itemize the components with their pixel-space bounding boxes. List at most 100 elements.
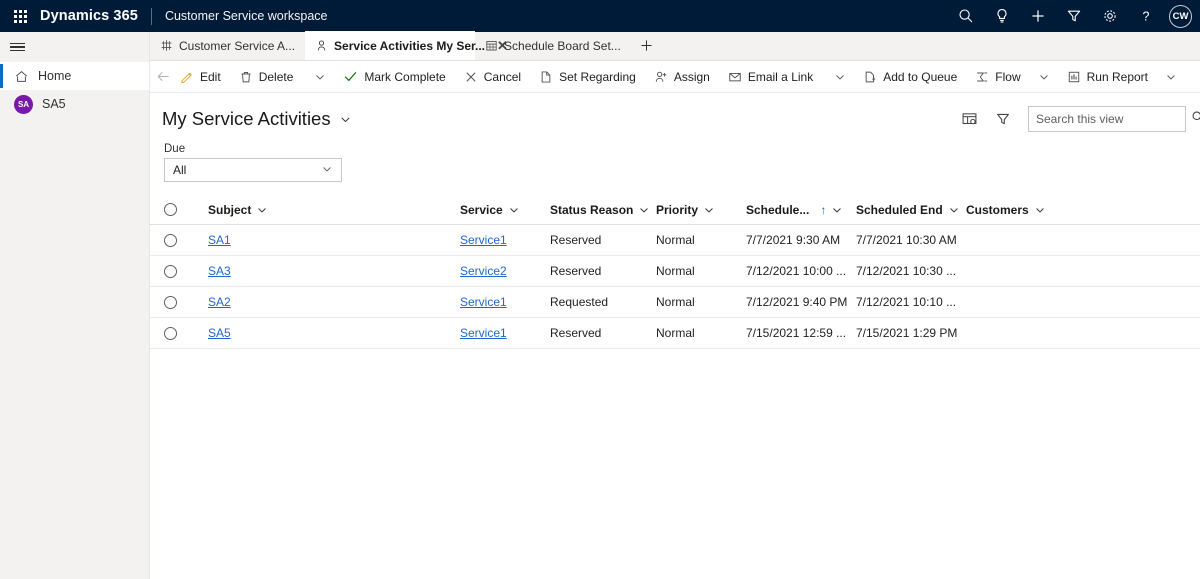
calendar-icon: [485, 39, 498, 52]
chevron-down-icon: [1039, 74, 1048, 80]
chevron-down-icon: [836, 74, 844, 80]
table-row[interactable]: SA2 Service1 Requested Normal 7/12/2021 …: [150, 287, 1200, 318]
due-filter-select[interactable]: All: [164, 158, 342, 182]
table-row[interactable]: SA5 Service1 Reserved Normal 7/15/2021 1…: [150, 318, 1200, 349]
document-icon: [539, 70, 553, 84]
app-header-actions: ? CW: [948, 0, 1200, 32]
column-header-status-reason[interactable]: Status Reason: [550, 203, 656, 217]
cell-scheduled-end: 7/15/2021 1:29 PM: [856, 326, 958, 340]
service-link[interactable]: Service2: [460, 264, 507, 278]
cell-service: Service2: [460, 264, 550, 278]
chevron-down-icon[interactable]: [339, 113, 352, 126]
sidebar-item-sa5[interactable]: SA SA5: [0, 90, 149, 118]
command-label: Set Regarding: [559, 69, 636, 84]
service-link[interactable]: Service1: [460, 233, 507, 247]
chevron-down-icon[interactable]: [1034, 204, 1046, 216]
pencil-icon: [180, 70, 194, 84]
help-icon[interactable]: ?: [1128, 0, 1164, 32]
flow-more-button[interactable]: [1030, 61, 1058, 93]
page-title: My Service Activities: [162, 108, 331, 129]
table-row[interactable]: SA1 Service1 Reserved Normal 7/7/2021 9:…: [150, 225, 1200, 256]
back-button[interactable]: [156, 61, 171, 93]
search-icon[interactable]: [1191, 110, 1200, 129]
sidebar-item-home[interactable]: Home: [0, 62, 149, 90]
subject-link[interactable]: SA3: [208, 264, 231, 278]
chevron-down-icon[interactable]: [256, 204, 268, 216]
row-select-radio[interactable]: [163, 233, 177, 247]
delete-button[interactable]: Delete: [230, 61, 303, 93]
command-label: Delete: [258, 69, 294, 84]
cell-service: Service1: [460, 295, 550, 309]
search-view-box[interactable]: [1028, 106, 1200, 132]
cancel-button[interactable]: Cancel: [455, 61, 530, 93]
column-header-service[interactable]: Service: [460, 203, 550, 217]
record-avatar: SA: [14, 94, 33, 114]
cell-subject: SA2: [190, 295, 460, 309]
chevron-down-icon[interactable]: [703, 204, 715, 216]
cell-scheduled-start: 7/15/2021 12:59 ...: [746, 326, 847, 340]
subject-link[interactable]: SA1: [208, 233, 231, 247]
sort-ascending-icon[interactable]: ↑: [820, 203, 826, 217]
chevron-down-icon[interactable]: [831, 204, 843, 216]
tab-customer-service-a[interactable]: Customer Service A...: [150, 31, 305, 60]
select-all-radio[interactable]: [163, 203, 177, 216]
data-grid: Subject Service Status Reason Priority S…: [150, 195, 1200, 349]
new-tab-button[interactable]: [631, 31, 663, 60]
column-label: Schedule...: [746, 202, 810, 217]
plus-icon[interactable]: [1020, 0, 1056, 32]
tab-label: Schedule Board Set...: [504, 38, 621, 53]
tab-service-activities[interactable]: Service Activities My Ser... ✕: [305, 31, 508, 60]
x-icon: [464, 70, 478, 84]
cell-priority: Normal: [656, 233, 695, 247]
lightbulb-icon[interactable]: [984, 0, 1020, 32]
app-launcher-button[interactable]: [0, 0, 40, 32]
column-header-customers[interactable]: Customers: [966, 203, 1086, 217]
search-input[interactable]: [1036, 112, 1191, 126]
brand-title[interactable]: Dynamics 365: [40, 8, 151, 24]
tab-schedule-board[interactable]: Schedule Board Set...: [475, 31, 631, 60]
table-row[interactable]: SA3 Service2 Reserved Normal 7/12/2021 1…: [150, 256, 1200, 287]
chevron-down-icon[interactable]: [638, 204, 650, 216]
column-header-priority[interactable]: Priority: [656, 203, 746, 217]
column-label: Status Reason: [550, 202, 634, 217]
filter-icon[interactable]: [988, 104, 1018, 134]
row-select-cell: [150, 326, 190, 340]
delete-more-button[interactable]: [306, 61, 334, 93]
avatar[interactable]: CW: [1169, 4, 1192, 28]
assign-button[interactable]: Assign: [645, 61, 719, 93]
main-content: My Service Activities Due All: [150, 93, 1200, 579]
edit-button[interactable]: Edit: [171, 61, 230, 93]
subject-link[interactable]: SA2: [208, 295, 231, 309]
person-add-icon: [654, 70, 668, 84]
column-header-scheduled-end[interactable]: Scheduled End: [856, 203, 966, 217]
chevron-down-icon[interactable]: [948, 204, 960, 216]
filter-icon[interactable]: [1056, 0, 1092, 32]
report-icon: [1067, 70, 1081, 84]
tab-label: Service Activities My Ser...: [334, 38, 486, 53]
cell-subject: SA5: [190, 326, 460, 340]
subject-link[interactable]: SA5: [208, 326, 231, 340]
sidebar-toggle-button[interactable]: [0, 32, 149, 62]
flow-button[interactable]: Flow: [966, 61, 1029, 93]
row-select-radio[interactable]: [163, 295, 177, 309]
add-to-queue-button[interactable]: Add to Queue: [854, 61, 966, 93]
run-report-more-button[interactable]: [1157, 61, 1185, 93]
svg-text:?: ?: [1143, 9, 1150, 23]
run-report-button[interactable]: Run Report: [1058, 61, 1157, 93]
service-link[interactable]: Service1: [460, 295, 507, 309]
edit-columns-icon[interactable]: [954, 104, 984, 134]
chevron-down-icon[interactable]: [508, 204, 520, 216]
search-icon[interactable]: [948, 0, 984, 32]
row-select-radio[interactable]: [163, 264, 177, 278]
row-select-radio[interactable]: [163, 326, 177, 340]
mark-complete-button[interactable]: Mark Complete: [334, 61, 454, 93]
command-overflow-button[interactable]: ⋮: [1185, 61, 1200, 93]
email-a-link-button[interactable]: Email a Link: [719, 61, 822, 93]
column-header-scheduled-start[interactable]: Schedule... ↑: [746, 203, 856, 217]
column-header-subject[interactable]: Subject: [190, 203, 460, 217]
service-link[interactable]: Service1: [460, 326, 507, 340]
email-more-button[interactable]: [826, 61, 854, 93]
app-name[interactable]: Customer Service workspace: [152, 9, 328, 23]
gear-icon[interactable]: [1092, 0, 1128, 32]
set-regarding-button[interactable]: Set Regarding: [530, 61, 645, 93]
